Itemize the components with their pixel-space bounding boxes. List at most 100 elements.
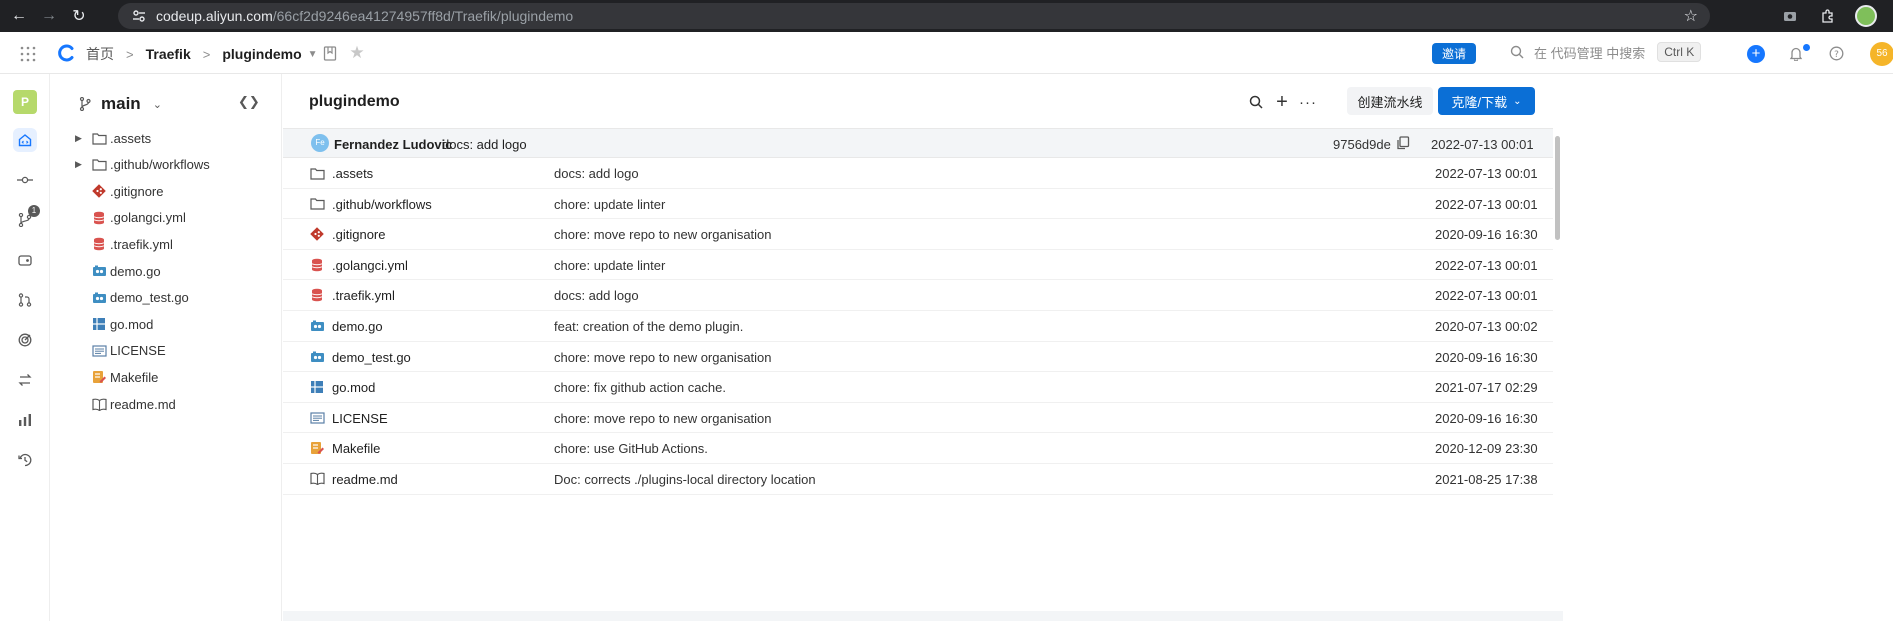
more-actions-icon[interactable]: ··· — [1299, 94, 1316, 111]
rail-tags-icon[interactable] — [13, 248, 37, 272]
tree-item-license[interactable]: ▶LICENSE — [75, 341, 166, 361]
file-commit-message[interactable]: chore: move repo to new organisation — [554, 227, 772, 242]
invite-button[interactable]: 邀请 — [1432, 43, 1476, 64]
file-row-license[interactable]: LICENSE chore: move repo to new organisat… — [283, 403, 1553, 434]
rail-commits-icon[interactable] — [13, 168, 37, 192]
branch-name: main — [101, 94, 141, 113]
tree-item-gitignore[interactable]: ▶.gitignore — [75, 181, 163, 201]
global-search[interactable]: 在 代码管理 中搜索 Ctrl K — [1510, 42, 1702, 62]
file-name[interactable]: demo.go — [332, 319, 383, 334]
folder-file-icon — [91, 130, 107, 146]
file-name[interactable]: Makefile — [332, 441, 380, 456]
tree-item-traefik-yml[interactable]: ▶.traefik.yml — [75, 234, 173, 254]
file-name[interactable]: LICENSE — [332, 411, 388, 426]
tree-item-demo-test-go[interactable]: ▶demo_test.go — [75, 288, 189, 308]
file-row-readme-md[interactable]: readme.md Doc: corrects ./plugins-local d… — [283, 464, 1553, 495]
tree-item-assets[interactable]: ▶ .assets — [75, 128, 151, 148]
file-row-makefile[interactable]: Makefile chore: use GitHub Actions. 2020-1… — [283, 433, 1553, 464]
caret-down-icon[interactable]: ▼ — [308, 49, 318, 60]
file-name[interactable]: readme.md — [332, 472, 398, 487]
copy-icon[interactable] — [1396, 136, 1410, 150]
file-name[interactable]: .gitignore — [332, 227, 385, 242]
file-name[interactable]: .golangci.yml — [332, 258, 408, 273]
breadcrumb-home[interactable]: 首页 — [86, 44, 114, 64]
expand-arrow-icon[interactable]: ▶ — [75, 159, 91, 170]
file-commit-date: 2021-08-25 17:38 — [1435, 471, 1538, 487]
clone-download-button[interactable]: 克隆/下载 ⌄ — [1438, 87, 1535, 115]
file-name[interactable]: go.mod — [332, 380, 375, 395]
file-name[interactable]: .traefik.yml — [332, 288, 395, 303]
branch-selector[interactable]: main ⌄ — [79, 94, 162, 114]
file-commit-message[interactable]: chore: move repo to new organisation — [554, 411, 772, 426]
folder-file-icon — [309, 165, 325, 181]
tree-item-label: Makefile — [110, 369, 159, 385]
main-content: plugindemo + ··· 创建流水线 克隆/下载 ⌄ Fe Fernand… — [283, 74, 1893, 621]
back-icon[interactable]: ← — [8, 5, 30, 27]
file-commit-message[interactable]: feat: creation of the demo plugin. — [554, 319, 743, 334]
file-row-gitignore[interactable]: .gitignore chore: move repo to new organi… — [283, 219, 1553, 250]
file-row-go-mod[interactable]: go.mod chore: fix github action cache. 202… — [283, 372, 1553, 403]
file-commit-message[interactable]: docs: add logo — [554, 166, 639, 181]
help-icon[interactable]: ? — [1827, 44, 1845, 62]
commit-sha[interactable]: 9756d9de — [1333, 137, 1391, 152]
tree-item-demo-go[interactable]: ▶demo.go — [75, 261, 161, 281]
site-info-icon[interactable] — [132, 9, 146, 23]
tree-item-golangci-yml[interactable]: ▶.golangci.yml — [75, 208, 186, 228]
file-row-traefik-yml[interactable]: .traefik.yml docs: add logo 2022-07-13 00:… — [283, 280, 1553, 311]
rail-compare-icon[interactable] — [13, 368, 37, 392]
rail-history-icon[interactable] — [13, 448, 37, 472]
rail-insights-icon[interactable] — [13, 328, 37, 352]
create-plus-icon[interactable]: + — [1747, 45, 1765, 63]
repo-bookmark-icon[interactable] — [321, 44, 339, 62]
file-row-github-workflows[interactable]: .github/workflows chore: update linter 202… — [283, 189, 1553, 220]
file-commit-message[interactable]: chore: update linter — [554, 197, 665, 212]
search-files-icon[interactable] — [1248, 94, 1264, 110]
tree-item-github-workflows[interactable]: ▶ .github/workflows — [75, 155, 210, 175]
breadcrumb-repo[interactable]: plugindemo — [222, 46, 301, 62]
collapse-sidebar-icon[interactable]: ❮❯ — [238, 94, 260, 110]
file-commit-message[interactable]: chore: update linter — [554, 258, 665, 273]
commit-message[interactable]: docs: add logo — [442, 137, 527, 152]
apps-grid-icon[interactable] — [20, 46, 36, 62]
favorite-star-icon[interactable]: ★ — [348, 43, 366, 62]
rail-code-icon[interactable] — [13, 128, 37, 152]
folder-file-icon — [309, 196, 325, 212]
file-row-demo-go[interactable]: demo.go feat: creation of the demo plugin… — [283, 311, 1553, 342]
file-commit-date: 2020-12-09 23:30 — [1435, 441, 1538, 457]
expand-arrow-icon[interactable]: ▶ — [75, 133, 91, 144]
bookmark-star-icon[interactable]: ☆ — [1684, 6, 1698, 26]
browser-profile-avatar[interactable] — [1855, 5, 1877, 27]
create-pipeline-button[interactable]: 创建流水线 — [1347, 87, 1433, 115]
tree-item-makefile[interactable]: ▶Makefile — [75, 367, 158, 387]
file-commit-message[interactable]: chore: move repo to new organisation — [554, 350, 772, 365]
scrollbar-thumb[interactable] — [1555, 136, 1560, 240]
rail-merge-requests-icon[interactable] — [13, 288, 37, 312]
user-avatar[interactable]: 56 — [1870, 42, 1893, 66]
file-name[interactable]: .github/workflows — [332, 197, 432, 212]
file-commit-date: 2020-09-16 16:30 — [1435, 349, 1538, 365]
screenshot-icon[interactable] — [1779, 5, 1801, 27]
file-name[interactable]: demo_test.go — [332, 350, 411, 365]
file-name[interactable]: .assets — [332, 166, 373, 181]
left-rail: P 1 — [0, 74, 50, 621]
file-commit-message[interactable]: docs: add logo — [554, 288, 639, 303]
tree-item-readme-md[interactable]: ▶readme.md — [75, 394, 176, 414]
file-row-golangci-yml[interactable]: .golangci.yml chore: update linter 2022-07… — [283, 250, 1553, 281]
file-commit-message[interactable]: Doc: corrects ./plugins-local directory … — [554, 472, 816, 487]
forward-icon[interactable]: → — [38, 5, 60, 27]
project-avatar[interactable]: P — [13, 90, 37, 114]
file-commit-message[interactable]: chore: use GitHub Actions. — [554, 441, 708, 456]
reload-icon[interactable]: ↻ — [68, 5, 90, 27]
file-commit-message[interactable]: chore: fix github action cache. — [554, 380, 726, 395]
tree-item-go-mod[interactable]: ▶go.mod — [75, 314, 153, 334]
file-row-assets[interactable]: .assets docs: add logo 2022-07-13 00:01 — [283, 158, 1553, 189]
add-file-icon[interactable]: + — [1274, 91, 1290, 113]
codeup-logo-icon[interactable] — [58, 44, 76, 62]
file-row-demo-test-go[interactable]: demo_test.go chore: move repo to new orga… — [283, 342, 1553, 373]
extensions-icon[interactable] — [1817, 5, 1839, 27]
commit-author[interactable]: Fernandez Ludovic — [334, 137, 452, 152]
address-bar[interactable]: codeup.aliyun.com/66cf2d9246ea41274957ff… — [118, 3, 1710, 29]
rail-stats-icon[interactable] — [13, 408, 37, 432]
breadcrumb-group[interactable]: Traefik — [146, 46, 191, 62]
search-icon — [1510, 45, 1524, 59]
